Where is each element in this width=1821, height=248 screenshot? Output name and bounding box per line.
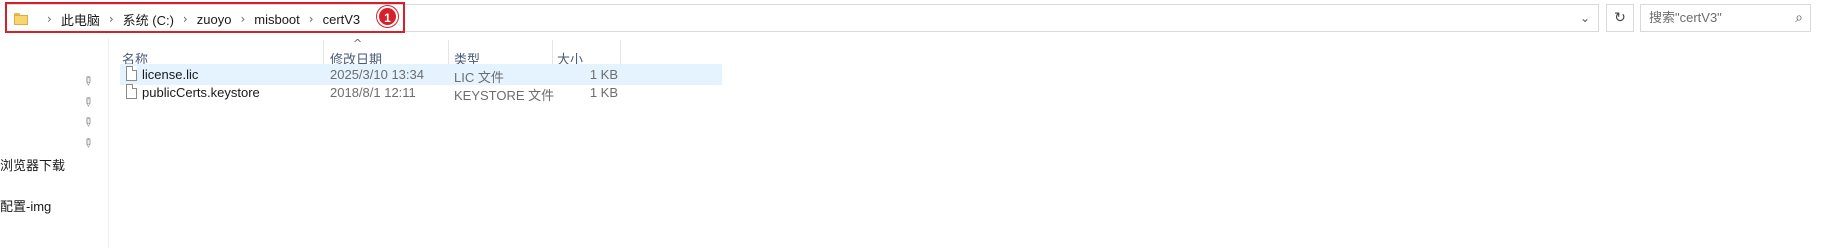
annotation-badge: 1 [377,6,398,27]
table-row[interactable]: publicCerts.keystore 2018/8/1 12:11 KEYS… [120,82,722,103]
file-name[interactable]: license.lic [142,67,198,82]
breadcrumb-certv3[interactable]: certV3 [323,12,361,27]
breadcrumb-misboot[interactable]: misboot [254,12,300,27]
file-date: 2018/8/1 12:11 [330,85,416,100]
chevron-down-icon[interactable]: ⌄ [1580,11,1590,25]
pin-icon[interactable]: ✎ [80,93,97,110]
search-icon[interactable]: ⌕ [1795,10,1803,26]
breadcrumb-system-drive[interactable]: 系统 (C:) [123,10,174,29]
search-input[interactable] [1649,10,1789,25]
chevron-right-icon[interactable]: › [309,12,314,26]
file-icon [126,84,137,99]
chevron-right-icon[interactable]: › [47,12,52,26]
nav-item-config-img[interactable]: 配置-img [0,196,51,215]
file-name[interactable]: publicCerts.keystore [142,85,260,100]
chevron-right-icon[interactable]: › [109,12,114,26]
title-toolbar: › 此电脑 › 系统 (C:) › zuoyo › misboot › cert… [0,0,1821,38]
navigation-pane: ✎ ✎ ✎ ✎ 浏览器下载 配置-img [0,38,109,248]
pin-icon[interactable]: ✎ [80,72,97,89]
address-bar[interactable]: › 此电脑 › 系统 (C:) › zuoyo › misboot › cert… [5,4,1599,32]
chevron-right-icon[interactable]: › [240,12,245,26]
chevron-right-icon[interactable]: › [183,12,188,26]
pin-icon[interactable]: ✎ [80,134,97,151]
file-date: 2025/3/10 13:34 [330,67,424,82]
file-size: 1 KB [589,67,618,82]
search-box[interactable]: ⌕ [1640,4,1811,32]
nav-item-browser-downloads[interactable]: 浏览器下载 [0,155,65,174]
pin-icon[interactable]: ✎ [80,113,97,130]
refresh-icon[interactable]: ↻ [1606,4,1634,32]
file-icon [126,66,137,81]
breadcrumb-this-pc[interactable]: 此电脑 [61,10,100,29]
file-list: ^ 名称 修改日期 类型 大小 license.lic 2025/3/10 13… [118,37,1818,248]
file-size: 1 KB [589,85,618,100]
breadcrumb: › 此电脑 › 系统 (C:) › zuoyo › misboot › cert… [14,9,360,29]
breadcrumb-zuoyo[interactable]: zuoyo [197,12,232,27]
folder-icon [14,13,28,25]
